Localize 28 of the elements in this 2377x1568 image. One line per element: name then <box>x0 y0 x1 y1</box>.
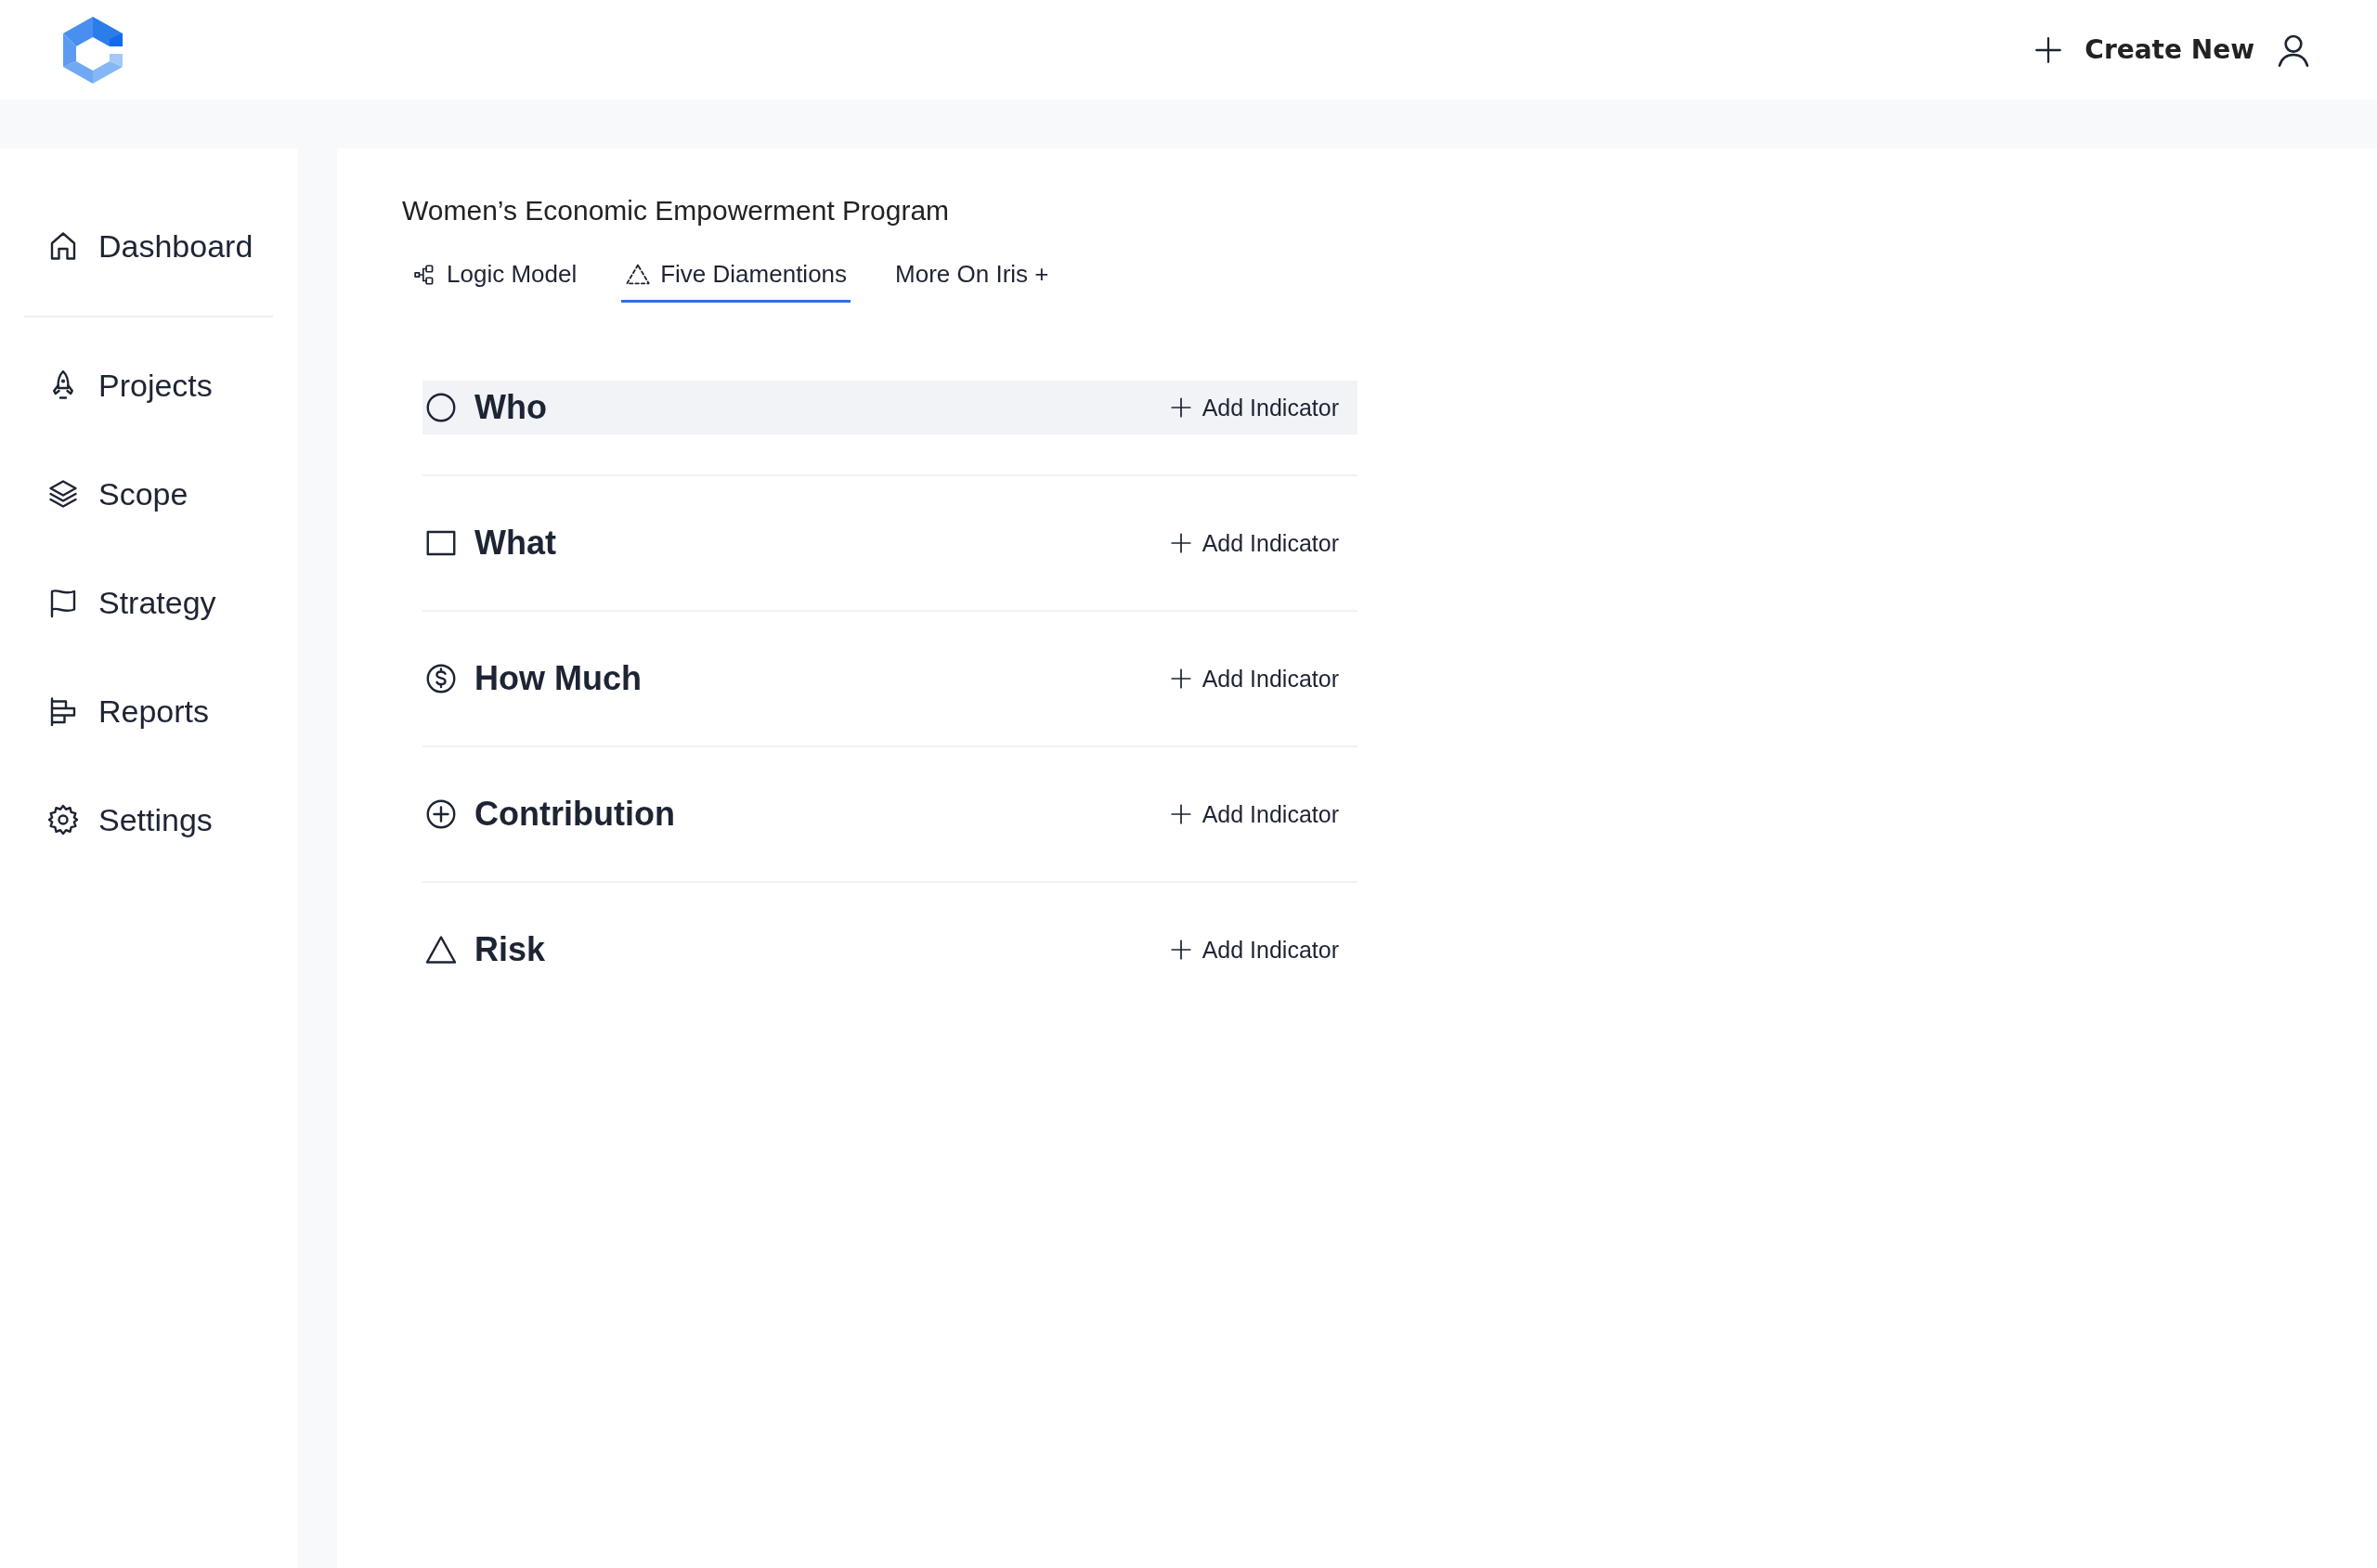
layers-icon <box>46 477 80 511</box>
dollar-icon <box>424 662 458 695</box>
dimension-title: Who <box>474 388 547 427</box>
add-indicator-button[interactable]: Add Indicator <box>1168 800 1339 828</box>
sidebar-item[interactable]: Strategy <box>24 570 273 635</box>
tab[interactable]: Logic Model <box>409 254 581 303</box>
page-title: Women’s Economic Empowerment Program <box>402 195 951 227</box>
add-indicator-button[interactable]: Add Indicator <box>1168 394 1339 421</box>
dimension-title: What <box>474 524 556 563</box>
add-indicator-button[interactable]: Add Indicator <box>1168 529 1339 557</box>
add-indicator-button[interactable]: Add Indicator <box>1168 936 1339 964</box>
circle-icon <box>424 391 458 424</box>
dimension-title: Risk <box>474 930 546 969</box>
settings-icon <box>46 803 80 836</box>
create-new-button[interactable]: Create New <box>2033 33 2254 66</box>
add-indicator-button[interactable]: Add Indicator <box>1168 665 1339 693</box>
sidebar-item[interactable]: Reports <box>24 679 273 744</box>
dimension-title: How Much <box>474 659 642 698</box>
logo[interactable] <box>63 16 123 84</box>
dimension-title: Contribution <box>474 795 675 834</box>
sidebar-item[interactable]: Settings <box>24 787 273 852</box>
sidebar-item[interactable]: Projects <box>24 353 273 418</box>
tab[interactable]: More On Iris + <box>891 254 1053 303</box>
add-circle-icon <box>424 797 458 831</box>
triangle-icon <box>424 933 458 966</box>
sidebar-item[interactable]: Dashboard <box>24 214 273 279</box>
tab[interactable]: Five Diamentions <box>621 254 851 303</box>
sidebar-item[interactable]: Scope <box>24 461 273 526</box>
